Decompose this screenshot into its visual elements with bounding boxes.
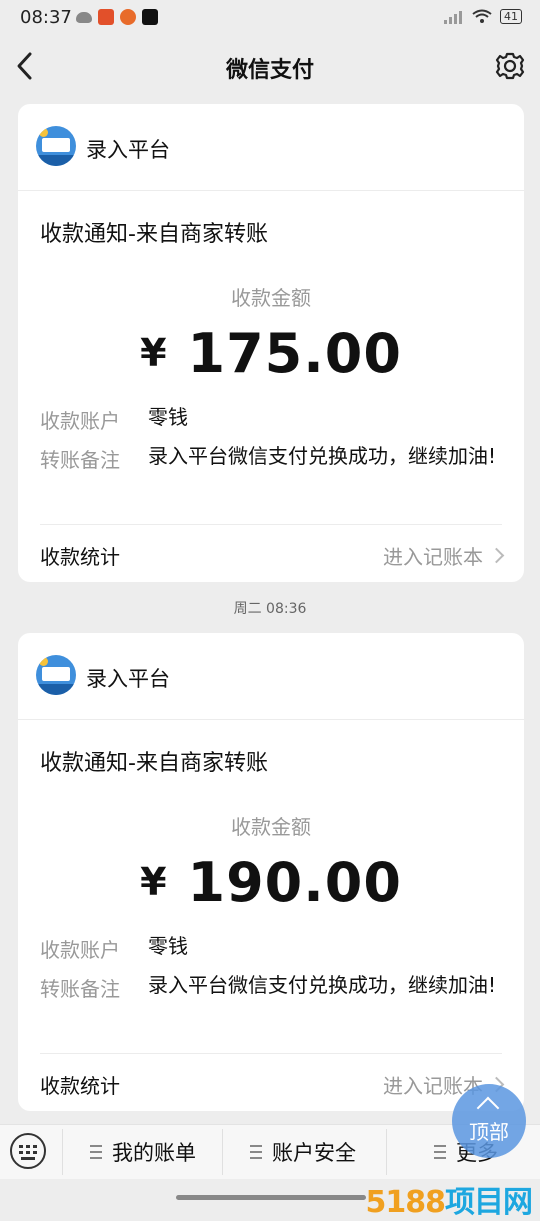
menu-lines-icon: [434, 1145, 446, 1159]
payment-notice-card[interactable]: 录入平台 收款通知-来自商家转账 收款金额 ¥190.00 收款账户 零钱 转账…: [18, 633, 524, 1111]
stats-label: 收款统计: [40, 1074, 120, 1098]
status-bar: 08:37 41: [0, 0, 540, 36]
system-icons: 41: [444, 9, 522, 24]
menu-item-label: 我的账单: [112, 1141, 196, 1165]
amount: ¥175.00: [18, 322, 524, 385]
orange-app-icon: [120, 9, 136, 25]
currency-symbol: ¥: [140, 860, 168, 904]
chevron-right-icon: [488, 547, 505, 564]
amount-value: 190.00: [187, 851, 402, 914]
scroll-top-label: 顶部: [469, 1120, 509, 1144]
menu-lines-icon: [90, 1145, 102, 1159]
menu-lines-icon: [250, 1145, 262, 1159]
amount-value: 175.00: [187, 322, 402, 385]
red-app-icon: [98, 9, 114, 25]
account-value: 零钱: [148, 405, 188, 429]
amount-label: 收款金额: [231, 286, 311, 310]
watermark-number: 5188: [365, 1185, 446, 1220]
app-name: 录入平台: [86, 138, 170, 162]
stats-label: 收款统计: [40, 545, 120, 569]
keyboard-icon[interactable]: [10, 1133, 46, 1169]
divider: [40, 524, 502, 525]
currency-symbol: ¥: [140, 331, 168, 375]
watermark: 5188项目网: [365, 1177, 534, 1221]
menu-separator: [386, 1129, 387, 1175]
wifi-icon: [472, 9, 492, 23]
cloud-icon: [76, 12, 92, 23]
watermark-text: 项目网: [445, 1185, 533, 1220]
menu-item-label: 账户安全: [272, 1141, 356, 1165]
remark-value: 录入平台微信支付兑换成功，继续加油!: [148, 444, 497, 468]
remark-value: 录入平台微信支付兑换成功，继续加油!: [148, 973, 497, 997]
page-title: 微信支付: [225, 58, 314, 83]
home-indicator[interactable]: [176, 1195, 366, 1200]
nav-bar: 微信支付: [0, 36, 540, 98]
menu-item-account-security[interactable]: 账户安全: [250, 1137, 356, 1167]
app-logo-icon: [36, 126, 76, 166]
settings-gear-icon[interactable]: [494, 48, 526, 84]
menu-separator: [62, 1129, 63, 1175]
amount-label: 收款金额: [231, 815, 311, 839]
notice-title: 收款通知-来自商家转账: [40, 751, 268, 776]
battery-icon: 41: [500, 9, 522, 24]
ledger-link-label: 进入记账本: [383, 545, 483, 569]
account-label: 收款账户: [40, 938, 120, 962]
menu-item-bills[interactable]: 我的账单: [90, 1137, 196, 1167]
amount: ¥190.00: [18, 851, 524, 914]
remark-label: 转账备注: [40, 977, 120, 1001]
app-name: 录入平台: [86, 667, 170, 691]
divider: [40, 1053, 502, 1054]
tiktok-icon: [142, 9, 158, 25]
ledger-link[interactable]: 进入记账本: [383, 541, 505, 570]
remark-label: 转账备注: [40, 448, 120, 472]
card-header: 录入平台: [18, 104, 524, 191]
app-logo-icon: [36, 655, 76, 695]
payment-notice-card[interactable]: 录入平台 收款通知-来自商家转账 收款金额 ¥175.00 收款账户 零钱 转账…: [18, 104, 524, 582]
notification-icons: [76, 9, 158, 25]
message-timestamp: 周二 08:36: [233, 601, 307, 617]
notice-title: 收款通知-来自商家转账: [40, 222, 268, 247]
signal-icon: [444, 10, 462, 24]
account-label: 收款账户: [40, 409, 120, 433]
menu-separator: [222, 1129, 223, 1175]
scroll-top-button[interactable]: 顶部: [452, 1084, 526, 1158]
card-header: 录入平台: [18, 633, 524, 720]
account-value: 零钱: [148, 934, 188, 958]
status-time: 08:37: [20, 7, 72, 28]
